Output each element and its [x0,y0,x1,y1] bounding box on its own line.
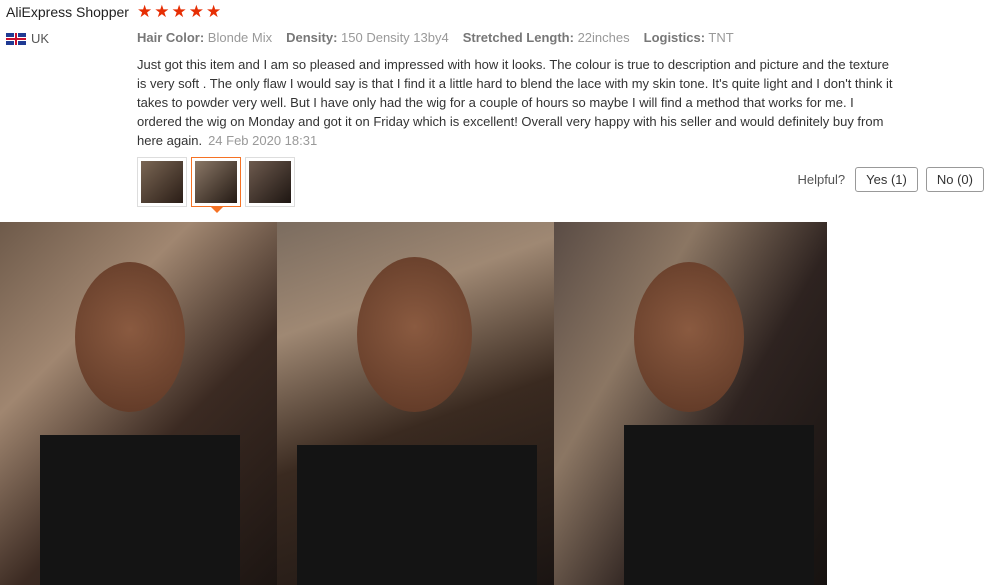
helpful-no-button[interactable]: No (0) [925,167,984,192]
thumbnail-image [195,161,237,203]
product-attributes: Hair Color: Blonde Mix Density: 150 Dens… [137,30,734,45]
star-rating: ★ ★ ★ ★ ★ [137,2,221,22]
star-icon: ★ [137,2,153,21]
helpful-section: Helpful? Yes (1) No (0) [797,167,984,192]
attribute-hair-color: Hair Color: Blonde Mix [137,30,273,45]
reviewer-country: UK [6,31,49,46]
star-icon: ★ [188,2,204,21]
shirt-shape [40,435,240,585]
thumbnail-image [249,161,291,203]
shirt-shape [297,445,537,585]
star-icon: ★ [154,2,170,21]
star-icon: ★ [206,2,222,21]
thumbnail-2[interactable] [191,157,241,213]
reviewer-name: AliExpress Shopper [6,4,129,20]
review-photo[interactable] [554,222,827,585]
attribute-stretched-length: Stretched Length: 22inches [462,30,630,45]
thumbnail-image [141,161,183,203]
review-photo[interactable] [277,222,554,585]
country-label: UK [31,31,50,46]
thumbnail-3[interactable] [245,157,295,207]
review-photo[interactable] [0,222,277,585]
photo-thumbnails [137,157,295,213]
face-shape [357,257,472,412]
review-date: 24 Feb 2020 18:31 [208,133,318,148]
uk-flag-icon [6,32,26,45]
face-shape [75,262,185,412]
attribute-logistics: Logistics: TNT [643,30,734,45]
star-icon: ★ [171,2,187,21]
review-photos [0,222,827,585]
review-text: Just got this item and I am so pleased a… [137,55,897,150]
helpful-label: Helpful? [797,172,846,187]
attribute-density: Density: 150 Density 13by4 [286,30,449,45]
shirt-shape [624,425,814,585]
thumbnail-1[interactable] [137,157,187,207]
helpful-yes-button[interactable]: Yes (1) [855,167,918,192]
face-shape [634,262,744,412]
